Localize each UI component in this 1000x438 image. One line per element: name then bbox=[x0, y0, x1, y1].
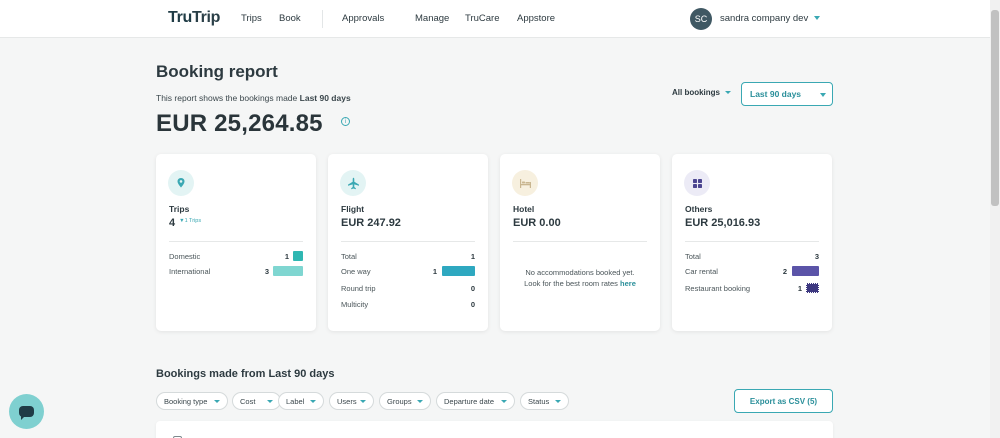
list-item: Car rental 2 bbox=[685, 266, 819, 279]
export-csv-button[interactable]: Export as CSV (5) bbox=[734, 389, 833, 413]
list-item: One way 1 bbox=[341, 266, 475, 279]
nav-appstore[interactable]: Appstore bbox=[517, 13, 555, 24]
list-item: Multicity 0 bbox=[341, 300, 475, 309]
nav-manage[interactable]: Manage bbox=[415, 13, 449, 24]
card-label: Trips bbox=[169, 204, 190, 214]
top-navigation-bar: TruTrip Trips Book Approvals Manage TruC… bbox=[0, 0, 990, 38]
hotel-card: Hotel EUR 0.00 No accommodations booked … bbox=[500, 154, 660, 331]
nav-approvals[interactable]: Approvals bbox=[342, 13, 384, 24]
nav-trucare[interactable]: TruCare bbox=[465, 13, 500, 24]
list-item: Round trip 0 bbox=[341, 284, 475, 293]
card-value: EUR 0.00 bbox=[513, 217, 561, 229]
filter-cost[interactable]: Cost bbox=[232, 392, 281, 410]
chevron-down-icon bbox=[360, 400, 366, 403]
nav-trips[interactable]: Trips bbox=[241, 13, 262, 24]
divider bbox=[169, 241, 303, 242]
card-label: Others bbox=[685, 204, 713, 214]
chevron-down-icon bbox=[501, 400, 507, 403]
one-way-bar bbox=[442, 266, 475, 276]
airplane-icon bbox=[340, 170, 366, 196]
page-title: Booking report bbox=[156, 62, 278, 81]
chat-widget-button[interactable] bbox=[9, 394, 44, 429]
divider bbox=[685, 241, 819, 242]
bookings-table bbox=[156, 421, 833, 438]
chevron-down-icon bbox=[214, 400, 220, 403]
user-name[interactable]: sandra company dev bbox=[720, 13, 808, 24]
info-icon[interactable]: i bbox=[341, 117, 350, 126]
chevron-down-icon bbox=[820, 93, 826, 97]
card-label: Hotel bbox=[513, 204, 535, 214]
nav-divider bbox=[322, 10, 323, 28]
list-item: Restaurant booking 1 bbox=[685, 283, 819, 296]
card-label: Flight bbox=[341, 204, 365, 214]
list-item: Domestic 1 bbox=[169, 251, 303, 264]
card-value: EUR 247.92 bbox=[341, 217, 401, 229]
trutrip-logo[interactable]: TruTrip bbox=[168, 9, 220, 27]
chevron-down-icon bbox=[417, 400, 423, 403]
scrollbar-thumb[interactable] bbox=[991, 10, 999, 206]
international-bar bbox=[273, 266, 303, 276]
all-bookings-dropdown[interactable]: All bookings bbox=[672, 88, 731, 97]
grid-icon bbox=[684, 170, 710, 196]
chevron-down-icon bbox=[310, 400, 316, 403]
book-hotel-link[interactable]: here bbox=[620, 279, 636, 288]
total-amount: EUR 25,264.85 bbox=[156, 110, 323, 137]
filter-label[interactable]: Label bbox=[278, 392, 324, 410]
page-scrollbar[interactable] bbox=[990, 0, 1000, 438]
filter-departure-date[interactable]: Departure date bbox=[436, 392, 515, 410]
filter-status[interactable]: Status bbox=[520, 392, 569, 410]
bookings-section-title: Bookings made from Last 90 days bbox=[156, 368, 335, 380]
filter-booking-type[interactable]: Booking type bbox=[156, 392, 228, 410]
avatar[interactable]: SC bbox=[690, 8, 712, 30]
others-card: Others EUR 25,016.93 Total 3 Car rental … bbox=[672, 154, 832, 331]
list-item: Total 1 bbox=[341, 252, 475, 261]
period-dropdown[interactable]: Last 90 days bbox=[741, 82, 833, 106]
filter-users[interactable]: Users bbox=[329, 392, 374, 410]
divider bbox=[513, 241, 647, 242]
trips-card: Trips 4 ▼1 Trips Domestic 1 International… bbox=[156, 154, 316, 331]
car-rental-bar bbox=[792, 266, 819, 276]
flight-card: Flight EUR 247.92 Total 1 One way 1 Roun… bbox=[328, 154, 488, 331]
divider bbox=[341, 241, 475, 242]
chevron-down-icon bbox=[267, 400, 273, 403]
chevron-down-icon[interactable] bbox=[814, 16, 820, 20]
domestic-bar bbox=[293, 251, 303, 261]
report-subtitle: This report shows the bookings made Last… bbox=[156, 93, 351, 103]
card-value: 4 ▼1 Trips bbox=[169, 217, 202, 229]
bed-icon bbox=[512, 170, 538, 196]
no-accommodations-message: No accommodations booked yet. Look for t… bbox=[524, 268, 636, 288]
chevron-down-icon bbox=[555, 400, 561, 403]
location-pin-icon bbox=[168, 170, 194, 196]
chat-icon bbox=[19, 406, 34, 420]
list-item: Total 3 bbox=[685, 252, 819, 261]
nav-book[interactable]: Book bbox=[279, 13, 301, 24]
filter-groups[interactable]: Groups bbox=[379, 392, 431, 410]
trips-change: ▼1 Trips bbox=[179, 218, 202, 224]
chevron-down-icon bbox=[725, 91, 731, 95]
restaurant-bar bbox=[806, 283, 819, 293]
list-item: International 3 bbox=[169, 266, 303, 279]
card-value: EUR 25,016.93 bbox=[685, 217, 761, 229]
